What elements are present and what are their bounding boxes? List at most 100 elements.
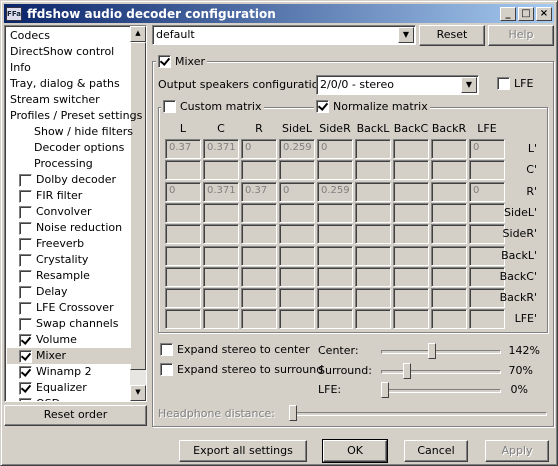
matrix-cell[interactable] xyxy=(279,160,315,180)
filter-checkbox[interactable] xyxy=(19,349,32,363)
tree-item[interactable]: Profiles / Preset settings xyxy=(10,108,142,124)
matrix-cell[interactable] xyxy=(241,288,277,308)
matrix-cell[interactable] xyxy=(431,267,467,287)
tree-item[interactable]: Convolver xyxy=(19,204,91,220)
matrix-cell[interactable] xyxy=(279,246,315,266)
tree-item[interactable]: Decoder options xyxy=(34,140,124,156)
matrix-cell[interactable] xyxy=(203,160,239,180)
tree-item[interactable]: LFE Crossover xyxy=(19,300,114,316)
tree-item[interactable]: Tray, dialog & paths xyxy=(10,76,120,92)
expand-surround-checkbox[interactable] xyxy=(160,363,173,376)
matrix-cell[interactable] xyxy=(165,203,201,223)
reset-order-button[interactable]: Reset order xyxy=(4,405,147,426)
tree-scrollbar[interactable]: ▲ ▼ xyxy=(130,26,146,401)
expand-center-option[interactable]: Expand stereo to center xyxy=(158,343,312,356)
matrix-cell[interactable] xyxy=(355,246,391,266)
matrix-cell[interactable] xyxy=(203,288,239,308)
help-button[interactable]: Help xyxy=(488,25,554,46)
matrix-cell[interactable] xyxy=(279,288,315,308)
filter-checkbox[interactable] xyxy=(19,365,32,379)
tree-item[interactable]: Mixer xyxy=(7,348,132,364)
matrix-cell[interactable] xyxy=(355,203,391,223)
matrix-cell[interactable] xyxy=(393,139,429,159)
matrix-cell[interactable] xyxy=(241,203,277,223)
filter-checkbox[interactable] xyxy=(19,253,32,267)
tree-item[interactable]: Show / hide filters xyxy=(34,124,133,140)
matrix-cell[interactable] xyxy=(393,288,429,308)
tree-item[interactable]: Delay xyxy=(19,284,68,300)
surround-slider-thumb[interactable] xyxy=(403,363,411,379)
matrix-cell[interactable] xyxy=(431,160,467,180)
expand-center-checkbox[interactable] xyxy=(160,343,173,356)
matrix-cell[interactable] xyxy=(393,246,429,266)
matrix-cell[interactable] xyxy=(431,182,467,202)
matrix-cell[interactable] xyxy=(431,309,467,329)
lfe-slider-track[interactable] xyxy=(381,389,501,393)
matrix-cell[interactable] xyxy=(165,288,201,308)
apply-button[interactable]: Apply xyxy=(485,440,549,462)
matrix-cell[interactable] xyxy=(393,182,429,202)
maximize-icon[interactable]: □ xyxy=(518,6,534,21)
filter-checkbox[interactable] xyxy=(19,221,32,235)
matrix-cell[interactable]: 0 xyxy=(165,182,201,202)
tree-item[interactable]: Freeverb xyxy=(19,236,84,252)
matrix-cell[interactable] xyxy=(431,246,467,266)
speakers-select[interactable]: 2/0/0 - stereo ▼ xyxy=(316,75,479,95)
minimize-icon[interactable]: _ xyxy=(500,6,516,21)
tree-item[interactable]: Volume xyxy=(19,332,77,348)
title-bar[interactable]: FFa ffdshow audio decoder configuration … xyxy=(4,4,554,23)
tree-item[interactable]: Codecs xyxy=(10,28,50,44)
tree-item[interactable]: Dolby decoder xyxy=(19,172,116,188)
tree-item[interactable]: Winamp 2 xyxy=(19,364,92,380)
lfe-option[interactable]: LFE xyxy=(495,77,536,90)
matrix-cell[interactable] xyxy=(393,224,429,244)
matrix-cell[interactable] xyxy=(355,288,391,308)
matrix-cell[interactable] xyxy=(431,203,467,223)
filter-checkbox[interactable] xyxy=(19,381,32,395)
filter-checkbox[interactable] xyxy=(19,301,32,315)
matrix-cell[interactable]: 0.259 xyxy=(317,182,353,202)
headphone-slider-track[interactable] xyxy=(289,412,547,416)
tree-item[interactable]: Stream switcher xyxy=(10,92,100,108)
tree-item[interactable]: Processing xyxy=(34,156,93,172)
filter-checkbox[interactable] xyxy=(19,269,32,283)
filter-checkbox[interactable] xyxy=(19,397,32,401)
close-icon[interactable]: × xyxy=(536,6,552,21)
chevron-down-icon[interactable]: ▼ xyxy=(398,27,414,43)
matrix-cell[interactable] xyxy=(241,160,277,180)
matrix-cell[interactable] xyxy=(279,224,315,244)
mixer-enable[interactable]: Mixer xyxy=(156,55,208,68)
matrix-cell[interactable] xyxy=(165,224,201,244)
matrix-cell[interactable] xyxy=(393,309,429,329)
matrix-cell[interactable] xyxy=(241,309,277,329)
matrix-cell[interactable] xyxy=(165,309,201,329)
export-settings-button[interactable]: Export all settings xyxy=(179,440,307,462)
matrix-cell[interactable]: 0.37 xyxy=(241,182,277,202)
matrix-cell[interactable] xyxy=(355,139,391,159)
matrix-cell[interactable]: 0 xyxy=(241,139,277,159)
matrix-cell[interactable] xyxy=(393,267,429,287)
tree-item[interactable]: DirectShow control xyxy=(10,44,114,60)
tree-item[interactable]: OSD xyxy=(19,396,60,401)
matrix-cell[interactable] xyxy=(165,246,201,266)
matrix-cell[interactable] xyxy=(355,267,391,287)
matrix-cell[interactable] xyxy=(279,309,315,329)
filter-checkbox[interactable] xyxy=(19,317,32,331)
chevron-down-icon[interactable]: ▼ xyxy=(461,77,477,93)
filter-checkbox[interactable] xyxy=(19,173,32,187)
matrix-cell[interactable] xyxy=(203,203,239,223)
lfe-checkbox[interactable] xyxy=(497,77,510,90)
matrix-cell[interactable] xyxy=(355,160,391,180)
tree-item[interactable]: Noise reduction xyxy=(19,220,122,236)
matrix-cell[interactable] xyxy=(355,224,391,244)
matrix-cell[interactable] xyxy=(317,246,353,266)
normalize-matrix-checkbox[interactable] xyxy=(316,100,329,113)
lfe-slider-thumb[interactable] xyxy=(381,382,389,398)
tree-item[interactable]: Equalizer xyxy=(19,380,87,396)
normalize-matrix-option[interactable]: Normalize matrix xyxy=(314,100,430,113)
tree-item[interactable]: Resample xyxy=(19,268,90,284)
matrix-cell[interactable] xyxy=(317,267,353,287)
matrix-cell[interactable]: 0.371 xyxy=(203,139,239,159)
matrix-cell[interactable] xyxy=(317,309,353,329)
filter-checkbox[interactable] xyxy=(19,205,32,219)
